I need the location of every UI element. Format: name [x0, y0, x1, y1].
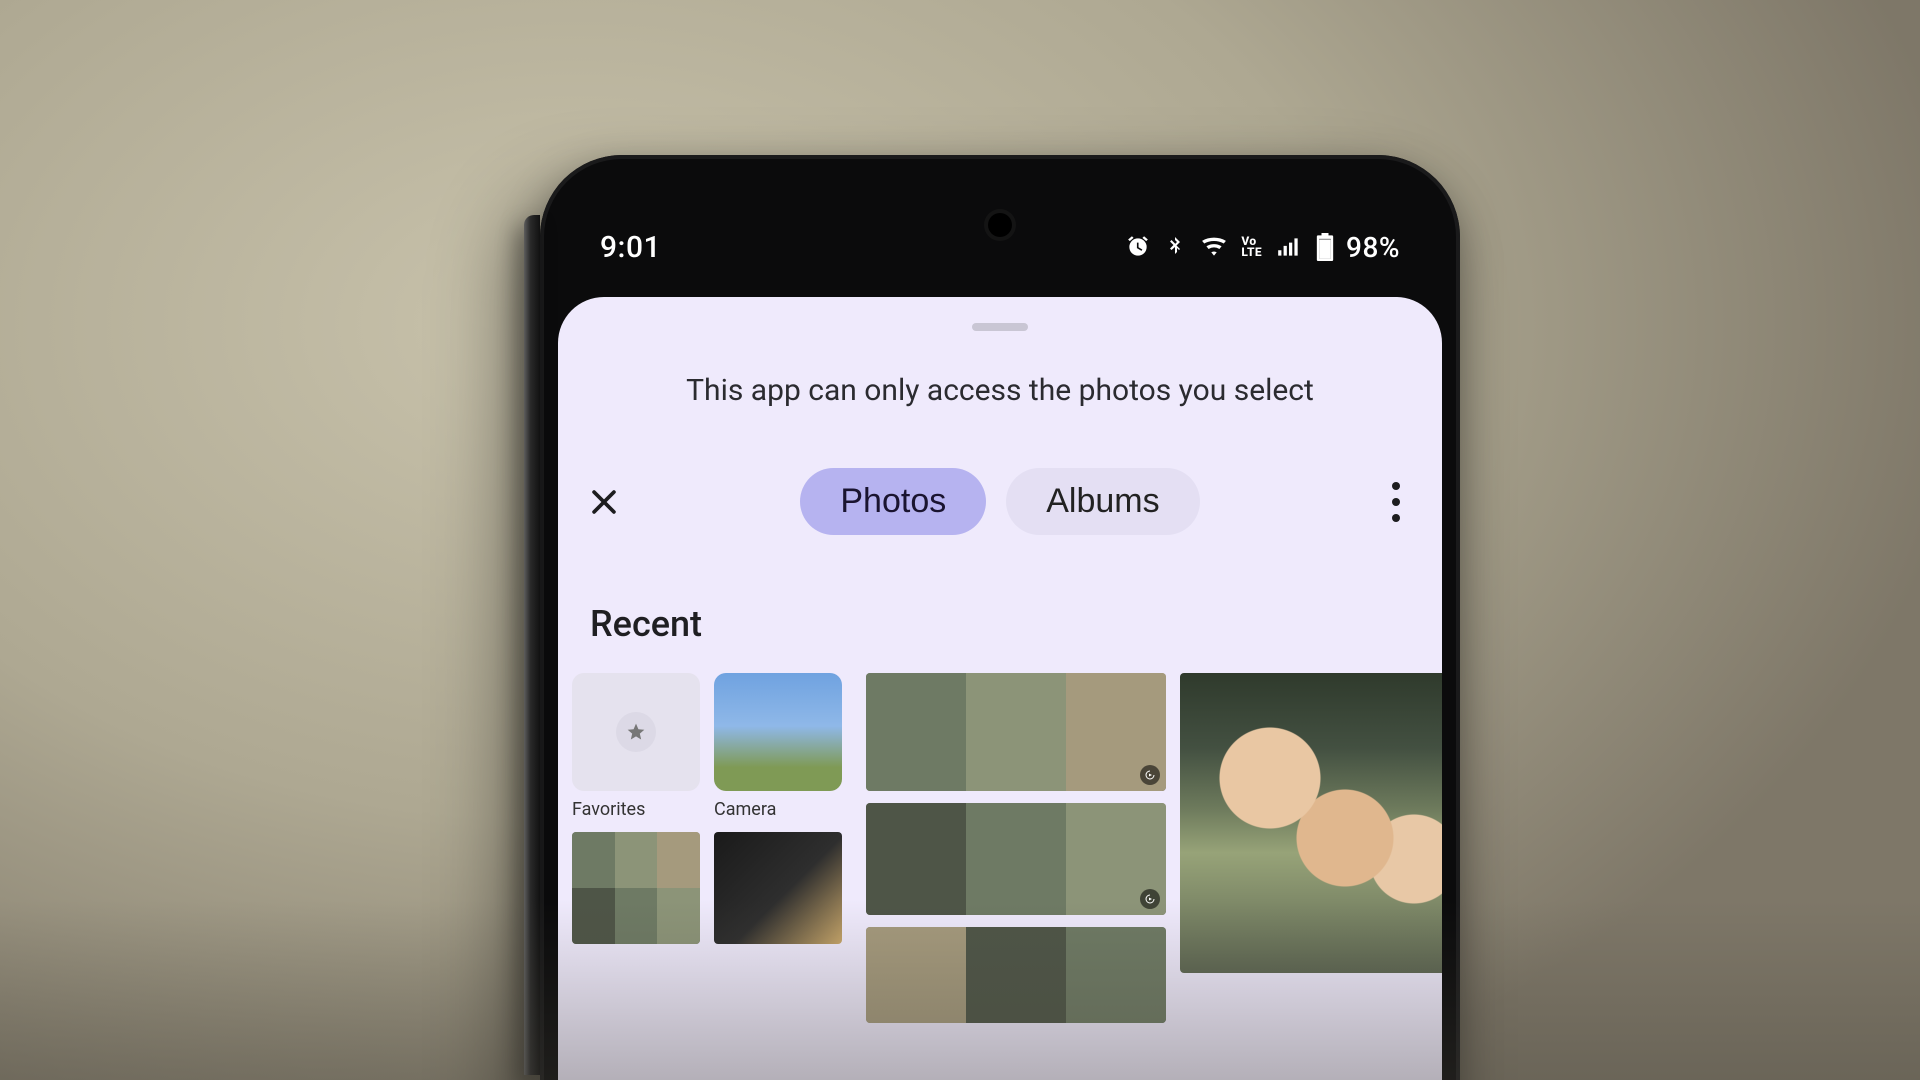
- volte-bottom: LTE: [1241, 247, 1262, 258]
- signal-icon: [1274, 234, 1304, 260]
- alarm-icon: [1125, 234, 1151, 260]
- wifi-icon: [1199, 234, 1229, 260]
- photo-grid: Favorites Camera: [558, 673, 1442, 1023]
- sheet-drag-handle[interactable]: [972, 323, 1028, 331]
- photo-thumbnail[interactable]: [714, 832, 842, 944]
- more-options-button[interactable]: [1368, 474, 1424, 530]
- battery-text: 98%: [1346, 231, 1400, 264]
- album-camera-label: Camera: [714, 799, 842, 820]
- album-favorites-label: Favorites: [572, 799, 700, 820]
- status-bar: 9:01 Vo LTE 98%: [540, 219, 1460, 275]
- tabs: Photos Albums: [652, 468, 1348, 535]
- close-icon: [587, 485, 621, 519]
- section-recent-title: Recent: [590, 603, 1442, 645]
- phone-frame: 9:01 Vo LTE 98%: [540, 155, 1460, 1080]
- bluetooth-icon: [1163, 234, 1187, 260]
- large-photo-column: [1180, 673, 1428, 973]
- more-vert-icon: [1392, 478, 1400, 526]
- photo-thumbnail[interactable]: [866, 803, 1166, 915]
- star-icon: [616, 712, 656, 752]
- tab-photos[interactable]: Photos: [800, 468, 986, 535]
- close-button[interactable]: [576, 474, 632, 530]
- photo-thumbnail[interactable]: [866, 673, 1166, 791]
- battery-icon: [1316, 233, 1334, 261]
- motion-photo-icon: [1140, 889, 1160, 909]
- tab-albums[interactable]: Albums: [1006, 468, 1199, 535]
- permission-text: This app can only access the photos you …: [558, 373, 1442, 408]
- motion-photo-icon: [1140, 765, 1160, 785]
- photo-thumbnail[interactable]: [866, 927, 1166, 1023]
- status-time: 9:01: [600, 230, 661, 265]
- photo-picker-sheet: This app can only access the photos you …: [558, 297, 1442, 1080]
- volte-icon: Vo LTE: [1241, 236, 1262, 258]
- album-column: Favorites Camera: [572, 673, 852, 944]
- tab-row: Photos Albums: [558, 468, 1442, 535]
- group-column: [866, 673, 1166, 1023]
- phone-hinge: [524, 215, 540, 1075]
- album-favorites[interactable]: Favorites: [572, 673, 700, 820]
- scene-background: 9:01 Vo LTE 98%: [0, 0, 1920, 1080]
- photo-thumbnail[interactable]: [572, 832, 700, 944]
- status-icons: Vo LTE 98%: [1125, 231, 1400, 264]
- album-camera[interactable]: Camera: [714, 673, 842, 820]
- photo-thumbnail-large[interactable]: [1180, 673, 1442, 973]
